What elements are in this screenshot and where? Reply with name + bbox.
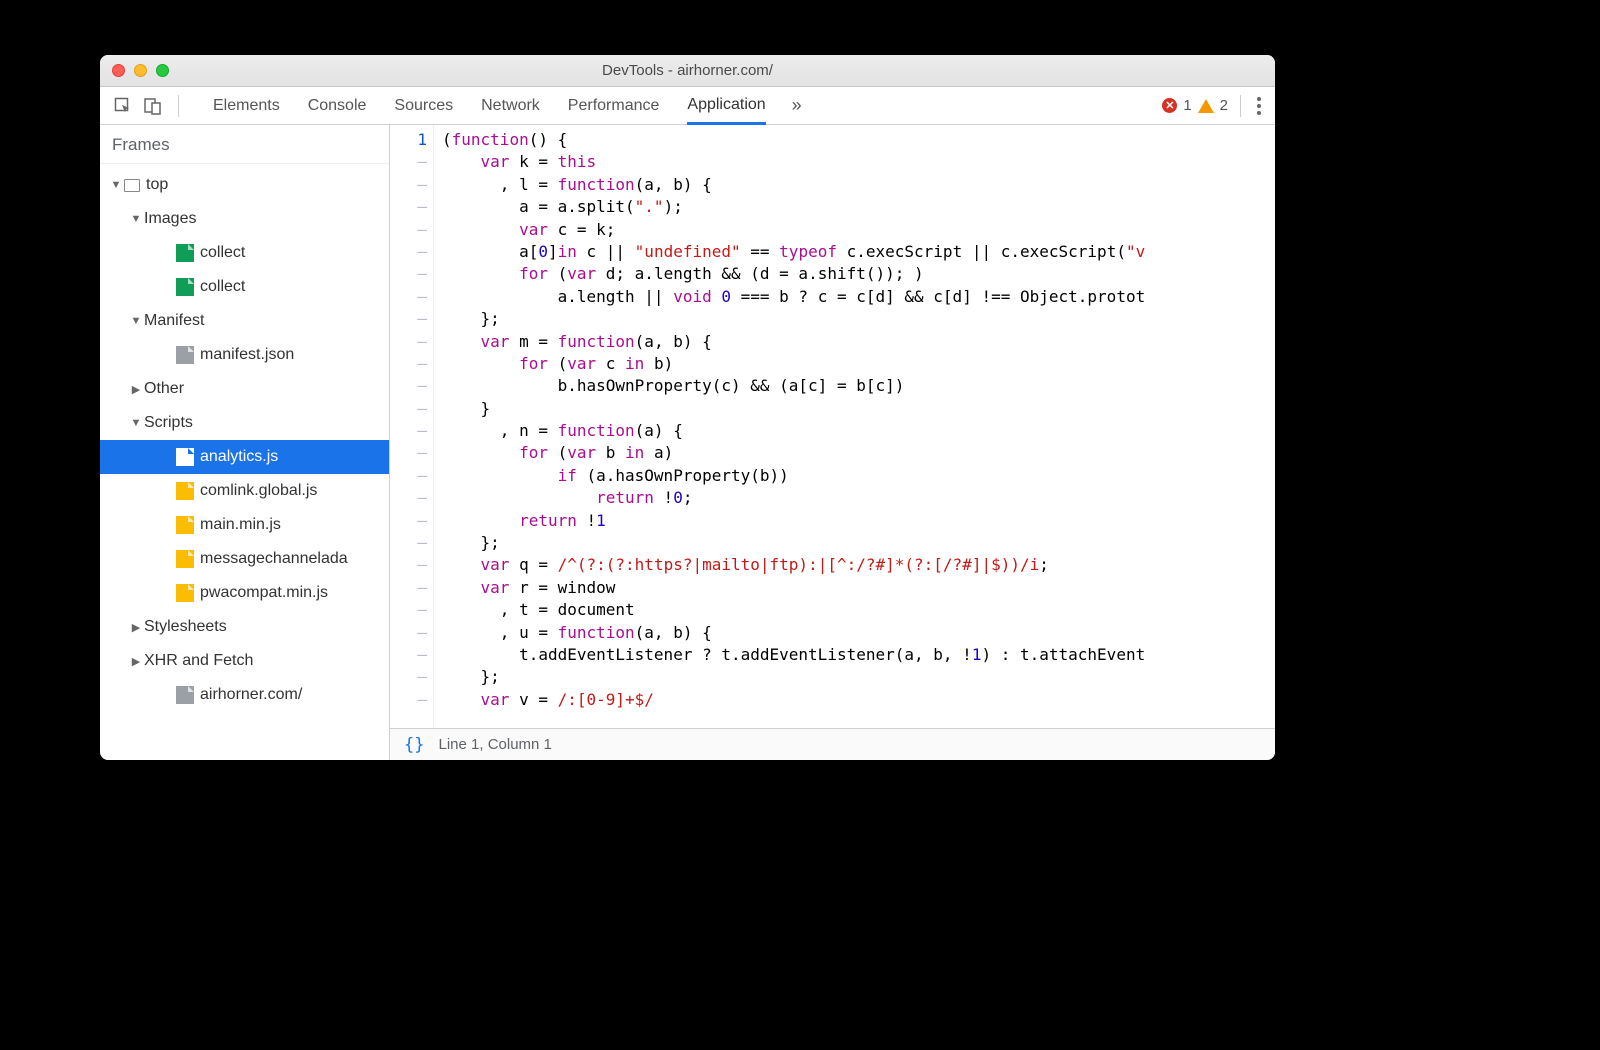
editor-statusbar: {} Line 1, Column 1	[390, 728, 1275, 760]
titlebar: DevTools - airhorner.com/	[100, 55, 1275, 87]
close-icon[interactable]	[112, 64, 125, 77]
tree-item[interactable]: main.min.js	[100, 508, 389, 542]
tree-item[interactable]: collect	[100, 236, 389, 270]
tree-item-label: airhorner.com/	[200, 686, 302, 704]
tree-item[interactable]: ▼top	[100, 168, 389, 202]
tree-item-label: comlink.global.js	[200, 482, 317, 500]
docy-file-icon	[176, 482, 194, 500]
panel-tabs: Elements Console Sources Network Performance…	[213, 87, 766, 124]
docwhite-file-icon	[176, 448, 194, 466]
inspect-icon[interactable]	[110, 93, 136, 119]
tree-item[interactable]: ▶XHR and Fetch	[100, 644, 389, 678]
tab-network[interactable]: Network	[481, 87, 540, 124]
tree-item-label: Manifest	[144, 312, 204, 330]
devtools-window: DevTools - airhorner.com/ Elements Consol…	[100, 55, 1275, 760]
tree-item[interactable]: analytics.js	[100, 440, 389, 474]
tree-item-label: top	[146, 176, 168, 194]
tree-item-label: XHR and Fetch	[144, 652, 253, 670]
docy-file-icon	[176, 584, 194, 602]
tree-item-label: Images	[144, 210, 196, 228]
zoom-icon[interactable]	[156, 64, 169, 77]
tab-elements[interactable]: Elements	[213, 87, 280, 124]
tree-item-label: Stylesheets	[144, 618, 227, 636]
tree-item-label: messagechannelada	[200, 550, 348, 568]
error-icon: ✕	[1162, 98, 1177, 113]
tree-item-label: pwacompat.min.js	[200, 584, 328, 602]
tree-item-label: Other	[144, 380, 184, 398]
tab-performance[interactable]: Performance	[568, 87, 660, 124]
sidebar-heading: Frames	[100, 125, 389, 164]
error-count: 1	[1183, 97, 1191, 114]
window-controls	[112, 64, 169, 77]
tab-application[interactable]: Application	[687, 88, 765, 125]
tree-item[interactable]: comlink.global.js	[100, 474, 389, 508]
issue-badges[interactable]: ✕ 1 2	[1162, 97, 1228, 114]
frames-sidebar: Frames ▼top▼Images collect collect ▼Manifes…	[100, 125, 390, 760]
device-toggle-icon[interactable]	[140, 93, 166, 119]
devtools-toolbar: Elements Console Sources Network Performance…	[100, 87, 1275, 125]
tab-sources[interactable]: Sources	[394, 87, 453, 124]
tree-item-label: collect	[200, 244, 245, 262]
tree-item[interactable]: collect	[100, 270, 389, 304]
docg-file-icon	[176, 278, 194, 296]
code-content[interactable]: (function() { var k = this , l = functio…	[434, 125, 1275, 728]
tree-item[interactable]: ▶Other	[100, 372, 389, 406]
docy-file-icon	[176, 550, 194, 568]
divider	[1240, 95, 1241, 117]
docg-file-icon	[176, 244, 194, 262]
tree-item[interactable]: ▼Manifest	[100, 304, 389, 338]
tree-item-label: Scripts	[144, 414, 193, 432]
docgrey-file-icon	[176, 346, 194, 364]
window-title: DevTools - airhorner.com/	[100, 62, 1275, 79]
overflow-tabs-button[interactable]: »	[792, 87, 802, 124]
tree-item[interactable]: messagechannelada	[100, 542, 389, 576]
source-editor: 1––––––––––––––––––––––––– (function() {…	[390, 125, 1275, 760]
pretty-print-button[interactable]: {}	[404, 735, 424, 755]
tree-item[interactable]: ▶Stylesheets	[100, 610, 389, 644]
warning-count: 2	[1220, 97, 1228, 114]
more-menu-icon[interactable]	[1253, 93, 1265, 119]
tree-item-label: collect	[200, 278, 245, 296]
minimize-icon[interactable]	[134, 64, 147, 77]
divider	[178, 95, 179, 117]
tree-item[interactable]: pwacompat.min.js	[100, 576, 389, 610]
line-gutter[interactable]: 1–––––––––––––––––––––––––	[390, 125, 434, 728]
docy-file-icon	[176, 516, 194, 534]
tree-item[interactable]: ▼Images	[100, 202, 389, 236]
tree-item-label: manifest.json	[200, 346, 294, 364]
tree-item[interactable]: airhorner.com/	[100, 678, 389, 712]
cursor-position: Line 1, Column 1	[438, 736, 551, 753]
frame-file-icon	[124, 179, 140, 192]
docgrey-file-icon	[176, 686, 194, 704]
tab-console[interactable]: Console	[308, 87, 367, 124]
tree-item-label: analytics.js	[200, 448, 278, 466]
warning-icon	[1198, 99, 1214, 113]
tree-item[interactable]: ▼Scripts	[100, 406, 389, 440]
frames-tree: ▼top▼Images collect collect ▼Manifest manife…	[100, 164, 389, 760]
tree-item[interactable]: manifest.json	[100, 338, 389, 372]
tree-item-label: main.min.js	[200, 516, 281, 534]
